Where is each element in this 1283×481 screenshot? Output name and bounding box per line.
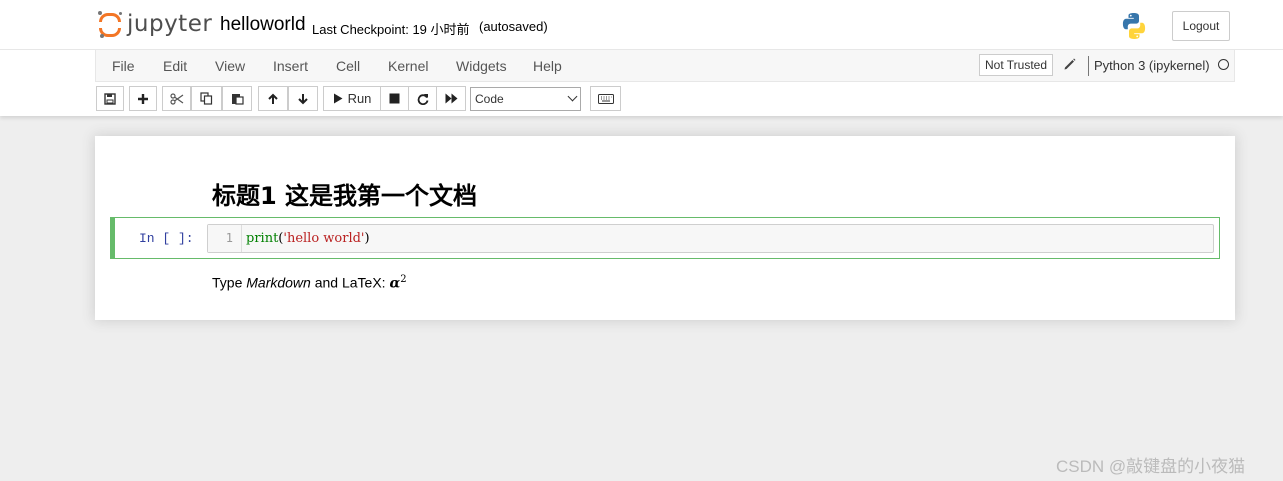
menu-widgets[interactable]: Widgets	[456, 58, 507, 74]
cell-prompt: In [ ]:	[139, 231, 194, 246]
copy-icon	[200, 92, 213, 105]
menu-file[interactable]: File	[112, 58, 135, 74]
math-alpha: α	[389, 275, 401, 292]
stop-icon	[389, 93, 400, 104]
arrow-up-icon	[268, 93, 278, 104]
run-label: Run	[347, 91, 372, 106]
copy-button[interactable]	[191, 86, 222, 111]
menu-edit[interactable]: Edit	[163, 58, 187, 74]
line-number: 1	[225, 231, 233, 245]
command-palette-button[interactable]	[590, 86, 621, 111]
keyboard-icon	[597, 93, 614, 104]
scissors-icon	[169, 92, 183, 105]
line-number-gutter: 1	[208, 225, 242, 252]
save-icon	[104, 92, 116, 105]
paste-button[interactable]	[222, 86, 252, 111]
move-up-button[interactable]	[258, 86, 288, 111]
trust-button[interactable]: Not Trusted	[979, 54, 1054, 76]
python-icon	[1122, 13, 1146, 39]
restart-button[interactable]	[408, 86, 437, 111]
cut-button[interactable]	[162, 86, 191, 111]
code-function: print	[246, 231, 279, 246]
math-superscript: 2	[400, 274, 407, 285]
arrow-down-icon	[298, 93, 308, 104]
code-input-area[interactable]: 1 print('hello world')	[207, 224, 1214, 253]
notebook-header: jupyter helloworld Last Checkpoint: 19 小…	[0, 0, 1283, 116]
menu-insert[interactable]: Insert	[273, 58, 308, 74]
cell-type-value: Code	[475, 92, 504, 106]
fast-forward-icon	[445, 93, 457, 104]
kernel-name: Python 3 (ipykernel)	[1094, 58, 1210, 73]
kernel-separator	[1088, 56, 1089, 76]
watermark-text: CSDN @敲键盘的小夜猫	[1056, 457, 1246, 476]
menu-help[interactable]: Help	[533, 58, 562, 74]
autosave-status: (autosaved)	[479, 19, 548, 34]
plus-icon	[138, 93, 148, 104]
save-button[interactable]	[96, 86, 124, 111]
restart-icon	[417, 93, 428, 105]
interrupt-button[interactable]	[380, 86, 409, 111]
menubar: File Edit View Insert Cell Kernel Widget…	[95, 50, 1235, 82]
jupyter-logo-text: jupyter	[127, 11, 213, 37]
pencil-icon[interactable]	[1063, 57, 1077, 71]
move-down-button[interactable]	[288, 86, 318, 111]
restart-run-all-button[interactable]	[436, 86, 466, 111]
menu-view[interactable]: View	[215, 58, 245, 74]
jupyter-logo-icon	[98, 11, 124, 39]
title-row: jupyter helloworld Last Checkpoint: 19 小…	[0, 0, 1283, 50]
md-emphasis: Markdown	[246, 274, 311, 291]
md-middle: and LaTeX:	[310, 274, 390, 291]
notebook-name[interactable]: helloworld	[220, 14, 306, 36]
checkpoint-status: Last Checkpoint: 19 小时前	[312, 22, 470, 37]
cell-type-select[interactable]: Code	[470, 87, 581, 111]
md-prefix: Type	[212, 274, 247, 291]
code-string: 'hello world'	[283, 231, 365, 246]
chevron-down-icon	[567, 91, 578, 102]
code-text[interactable]: print('hello world')	[246, 231, 370, 246]
play-icon	[333, 93, 343, 104]
kernel-idle-icon	[1218, 59, 1229, 70]
code-cell-selected[interactable]: In [ ]: 1 print('hello world')	[110, 217, 1220, 259]
code-paren-close: )	[364, 231, 370, 246]
notebook-container: 标题1 这是我第一个文档 In [ ]: 1 print('hello worl…	[95, 136, 1235, 320]
insert-cell-button[interactable]	[129, 86, 157, 111]
menu-cell[interactable]: Cell	[336, 58, 360, 74]
jupyter-logo[interactable]: jupyter	[98, 10, 212, 40]
markdown-heading[interactable]: 标题1 这是我第一个文档	[212, 176, 477, 211]
logout-button[interactable]: Logout	[1172, 11, 1230, 41]
paste-icon	[231, 94, 244, 105]
markdown-cell-text[interactable]: Type Markdown and LaTeX: α2	[212, 274, 407, 292]
run-button[interactable]: Run	[323, 86, 381, 111]
menu-kernel[interactable]: Kernel	[388, 58, 428, 74]
